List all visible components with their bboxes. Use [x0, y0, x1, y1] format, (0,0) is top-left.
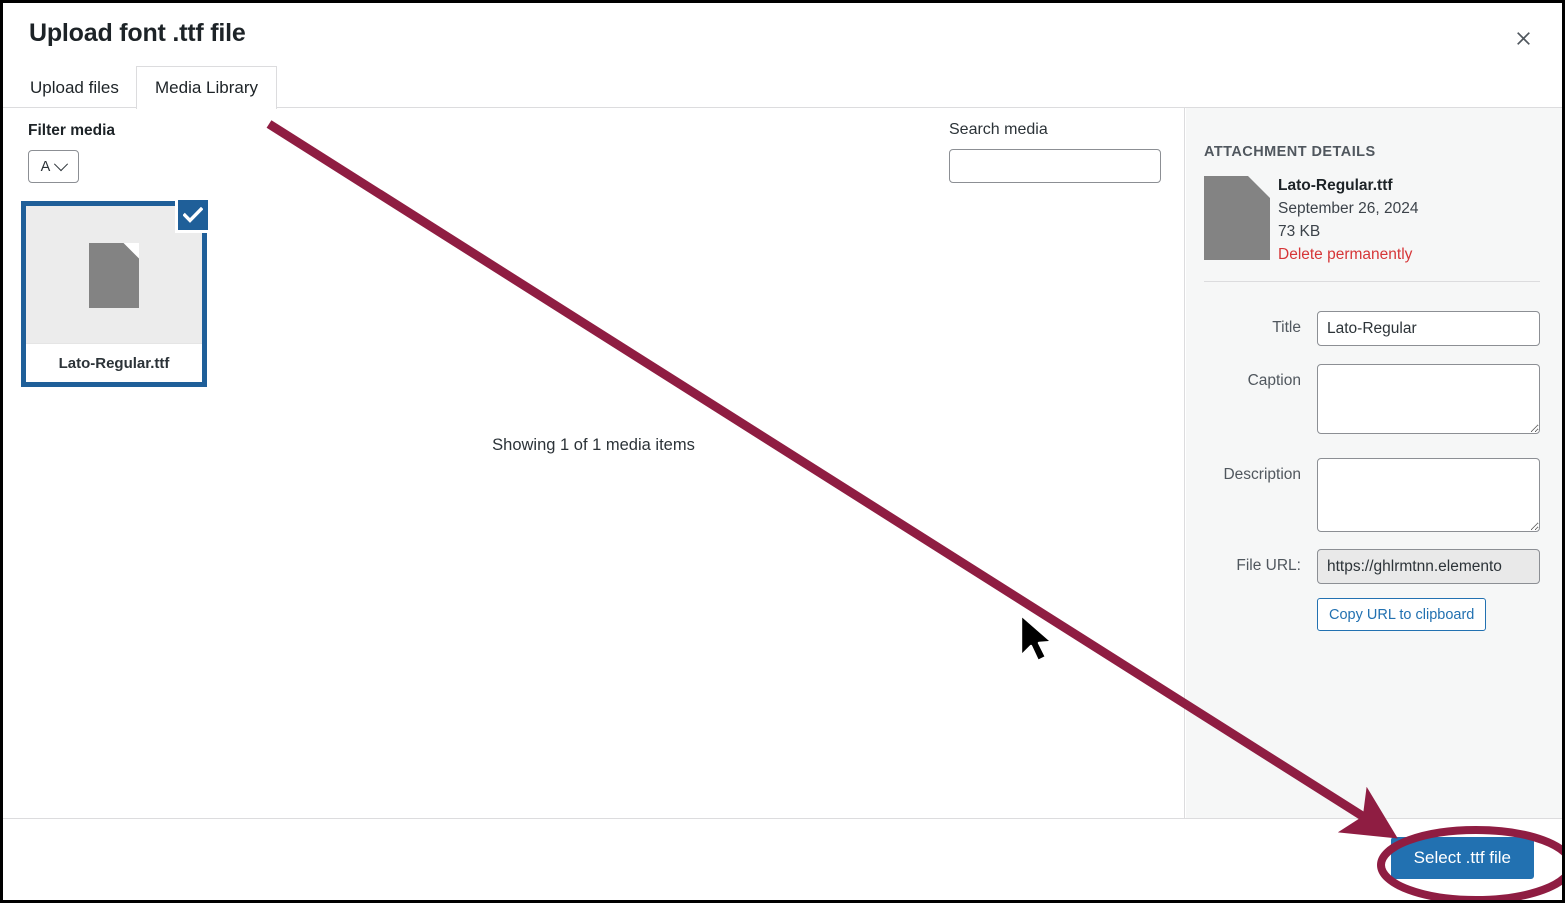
delete-permanently-link[interactable]: Delete permanently — [1278, 243, 1412, 266]
file-url-label: File URL: — [1236, 557, 1301, 574]
attachment-meta: Lato-Regular.ttf September 26, 2024 73 K… — [1278, 174, 1528, 266]
chevron-down-icon — [54, 156, 69, 171]
attachment-details-heading: ATTACHMENT DETAILS — [1204, 144, 1376, 160]
media-modal-window: Upload font .ttf file Upload files Media… — [0, 0, 1565, 903]
file-url-field[interactable] — [1317, 549, 1540, 584]
modal-tabs: Upload files Media Library — [3, 66, 1562, 109]
title-field[interactable] — [1317, 311, 1540, 346]
checkmark-icon[interactable] — [175, 197, 211, 233]
close-icon[interactable] — [1506, 21, 1540, 55]
tab-media-library-label: Media Library — [155, 78, 258, 97]
document-file-icon — [1204, 176, 1270, 260]
filter-media-label: Filter media — [28, 122, 115, 139]
filter-media-select[interactable]: A — [28, 150, 79, 183]
title-label: Title — [1272, 319, 1301, 336]
file-url-field-row: File URL: Copy URL to clipboard — [1204, 549, 1540, 631]
page-title: Upload font .ttf file — [29, 19, 246, 47]
media-item-filename: Lato-Regular.ttf — [26, 343, 202, 382]
select-ttf-file-button[interactable]: Select .ttf file — [1390, 837, 1534, 879]
search-input[interactable] — [949, 149, 1161, 183]
media-content-area: Filter media A Search media Lato-Regular… — [3, 108, 1185, 818]
attachment-details-panel: ATTACHMENT DETAILS Lato-Regular.ttf Sept… — [1186, 108, 1562, 818]
caption-field[interactable] — [1317, 364, 1540, 434]
media-grid-item[interactable]: Lato-Regular.ttf — [21, 197, 211, 387]
document-file-icon — [89, 242, 139, 308]
title-field-row: Title — [1204, 311, 1540, 346]
description-field[interactable] — [1317, 458, 1540, 532]
caption-label: Caption — [1247, 372, 1301, 389]
modal-footer: Select .ttf file — [3, 818, 1562, 900]
sidebar-divider — [1204, 281, 1540, 282]
filter-media-value: A — [40, 158, 51, 175]
caption-field-row: Caption — [1204, 364, 1540, 434]
attachment-filesize: 73 KB — [1278, 223, 1321, 240]
search-media-label: Search media — [949, 121, 1048, 138]
tab-media-library[interactable]: Media Library — [136, 66, 277, 109]
tab-upload-files[interactable]: Upload files — [13, 66, 136, 108]
description-field-row: Description — [1204, 458, 1540, 532]
attachment-filename: Lato-Regular.ttf — [1278, 177, 1393, 194]
description-label: Description — [1223, 466, 1301, 483]
attachment-date: September 26, 2024 — [1278, 200, 1419, 217]
copy-url-button[interactable]: Copy URL to clipboard — [1317, 598, 1487, 631]
showing-count-text: Showing 1 of 1 media items — [492, 436, 695, 454]
tab-upload-files-label: Upload files — [30, 77, 119, 97]
